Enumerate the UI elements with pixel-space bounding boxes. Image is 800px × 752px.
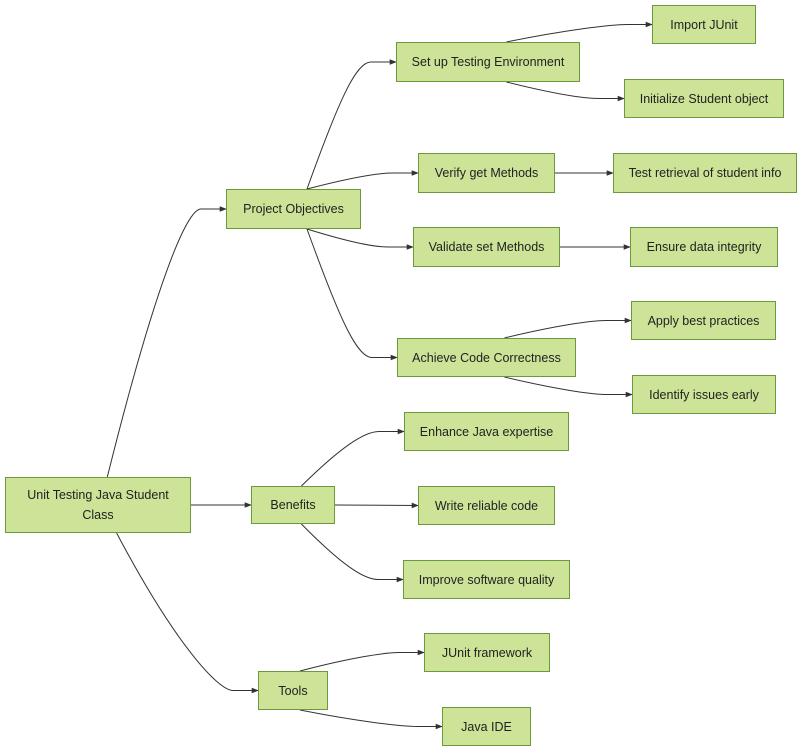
node-ensure-data-integrity[interactable]: Ensure data integrity — [630, 227, 778, 267]
node-test-retrieval[interactable]: Test retrieval of student info — [613, 153, 797, 193]
node-write-reliable-code[interactable]: Write reliable code — [418, 486, 555, 525]
node-identify-issues-early[interactable]: Identify issues early — [632, 375, 776, 414]
edge-objectives-to-setup — [306, 59, 397, 190]
diagram-canvas: Unit Testing Java Student Class Project … — [0, 0, 800, 752]
edge-benefits-to-enhance_java — [301, 428, 405, 487]
edge-setup-to-import_junit — [506, 21, 653, 43]
edge-achieve-to-identify_issues — [504, 376, 633, 398]
node-import-junit[interactable]: Import JUnit — [652, 5, 756, 44]
node-java-ide[interactable]: Java IDE — [442, 707, 531, 746]
node-achieve-code-correctness[interactable]: Achieve Code Correctness — [397, 338, 576, 377]
node-root[interactable]: Unit Testing Java Student Class — [5, 477, 191, 533]
edge-tools-to-junit_framework — [299, 649, 425, 672]
node-validate-set-methods[interactable]: Validate set Methods — [413, 227, 560, 267]
node-junit-framework[interactable]: JUnit framework — [424, 633, 550, 672]
edge-root-to-tools — [116, 532, 259, 694]
node-benefits[interactable]: Benefits — [251, 486, 335, 524]
node-enhance-java-expertise[interactable]: Enhance Java expertise — [404, 412, 569, 451]
node-project-objectives[interactable]: Project Objectives — [226, 189, 361, 229]
edge-objectives-to-verify_get — [306, 170, 419, 190]
edge-setup-to-init_student — [506, 81, 625, 102]
node-set-up-testing-environment[interactable]: Set up Testing Environment — [396, 42, 580, 82]
edge-root-to-objectives — [106, 206, 227, 478]
edge-benefits-to-write_reliable — [334, 502, 419, 509]
edge-tools-to-java_ide — [299, 709, 443, 730]
node-tools[interactable]: Tools — [258, 671, 328, 710]
node-verify-get-methods[interactable]: Verify get Methods — [418, 153, 555, 193]
node-initialize-student-object[interactable]: Initialize Student object — [624, 79, 784, 118]
node-improve-software-quality[interactable]: Improve software quality — [403, 560, 570, 599]
edge-benefits-to-improve_quality — [301, 523, 404, 583]
node-apply-best-practices[interactable]: Apply best practices — [631, 301, 776, 340]
edge-objectives-to-achieve — [306, 228, 398, 361]
edge-objectives-to-validate_set — [306, 228, 414, 250]
edge-achieve-to-best_practices — [504, 317, 632, 339]
